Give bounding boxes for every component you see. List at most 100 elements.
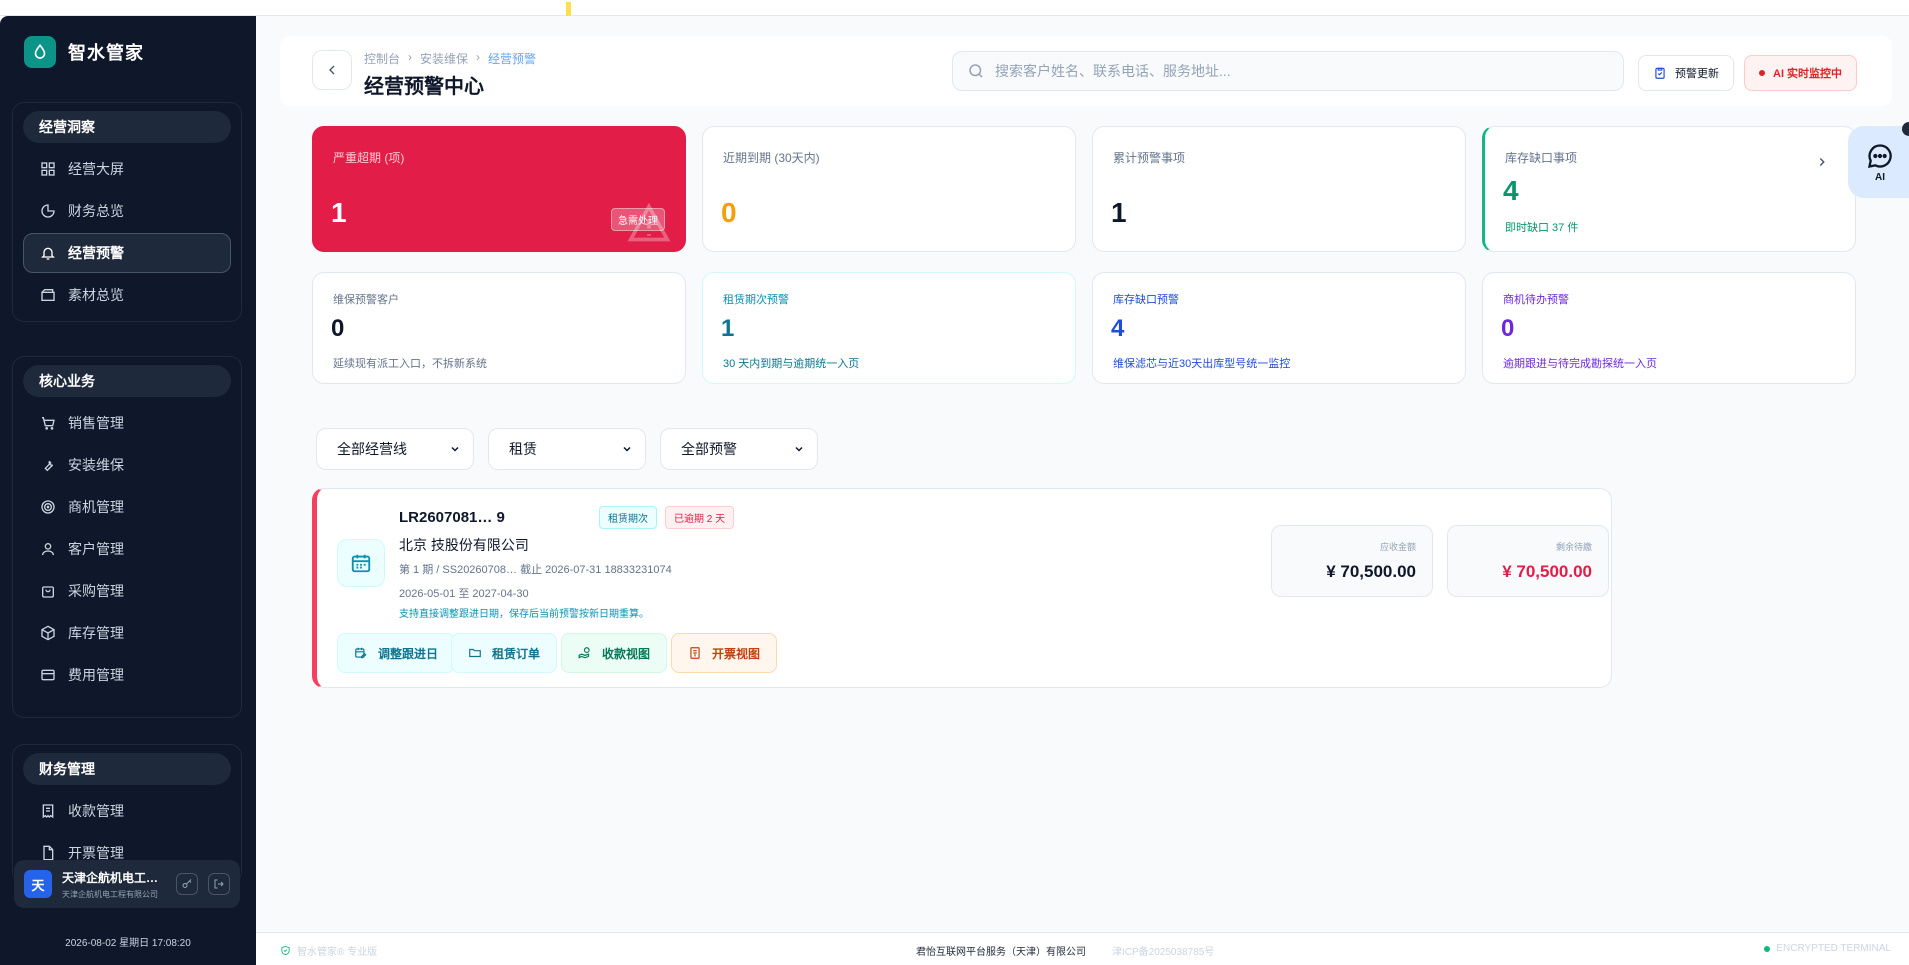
action-label: 租赁订单 — [492, 646, 541, 661]
brand[interactable]: 智水管家 — [24, 36, 144, 68]
nav-group-core: 核心业务 销售管理 安装维保 商机管理 客户管理 采购管理 库存管理 费用管理 — [12, 356, 242, 718]
receipt-icon — [42, 804, 54, 819]
summary-card-inventory-gap[interactable]: 库存缺口事项 4 即时缺口 37 件 — [1482, 126, 1856, 252]
footer-product: 智水管家® 专业版 — [297, 947, 378, 958]
ai-label: AI — [1875, 171, 1885, 183]
key-button[interactable] — [176, 873, 198, 895]
sidebar-item-label: 财务总览 — [68, 203, 124, 219]
logout-button[interactable] — [208, 873, 230, 895]
ai-monitor-button[interactable]: AI 实时监控中 — [1744, 55, 1858, 91]
summary-card-severe[interactable]: 严重超期 (项) 1 急需处理 — [312, 126, 686, 252]
footer-status: ENCRYPTED TERMINAL — [1776, 943, 1891, 954]
main-content: 控制台 › 安装维保 › 经营预警 经营预警中心 预警更新 AI 实时监控中 严… — [256, 16, 1909, 965]
invoice-view-button[interactable]: 开票视图 — [671, 633, 778, 673]
breadcrumb-current: 经营预警 — [488, 52, 537, 66]
detail-card-lease[interactable]: 租赁期次预警 1 30 天内到期与逾期统一入页 — [702, 272, 1076, 384]
chevron-down-icon — [795, 446, 803, 452]
adjust-followup-button[interactable]: 调整跟进日 — [337, 633, 456, 673]
card-label: 库存缺口事项 — [1505, 151, 1578, 165]
page-header: 控制台 › 安装维保 › 经营预警 经营预警中心 预警更新 AI 实时监控中 — [280, 36, 1892, 106]
invoice-icon — [690, 647, 700, 659]
sidebar-item-inventory[interactable]: 库存管理 — [23, 613, 231, 653]
detail-card-inventory[interactable]: 库存缺口预警 4 维保滤芯与近30天出库型号统一监控 — [1092, 272, 1466, 384]
water-drop-icon — [24, 36, 56, 68]
card-value: 4 — [1111, 315, 1125, 342]
card-sub: 即时缺口 37 件 — [1505, 222, 1579, 234]
wallet-icon — [41, 669, 55, 681]
nav-group-title: 核心业务 — [23, 365, 231, 397]
card-label: 累计预警事项 — [1113, 151, 1186, 165]
clipboard-check-icon — [1655, 67, 1665, 79]
bag-icon — [42, 586, 54, 598]
hand-coins-icon — [578, 647, 590, 659]
sidebar-item-label: 经营预警 — [68, 245, 124, 261]
sidebar-item-dashboard[interactable]: 经营大屏 — [23, 149, 231, 189]
sidebar-item-expense[interactable]: 费用管理 — [23, 655, 231, 695]
detail-card-maintenance[interactable]: 维保预警客户 0 延续现有派工入口，不拆新系统 — [312, 272, 686, 384]
brand-name: 智水管家 — [68, 43, 144, 63]
filter-type[interactable]: 租赁 — [488, 428, 646, 470]
file-icon — [43, 845, 54, 861]
card-sub: 维保滤芯与近30天出库型号统一监控 — [1113, 358, 1291, 370]
logout-icon — [214, 879, 224, 889]
back-button[interactable] — [312, 50, 352, 90]
receipt-view-button[interactable]: 收款视图 — [561, 633, 668, 673]
amount-value: ¥ 70,500.00 — [1502, 562, 1592, 581]
chevron-down-icon — [451, 446, 459, 452]
sidebar-item-purchase[interactable]: 采购管理 — [23, 571, 231, 611]
overdue-badge: 已逾期 2 天 — [665, 506, 735, 529]
card-sub: 30 天内到期与逾期统一入页 — [723, 358, 860, 370]
alert-list-item[interactable]: LR2607081… 9 租赁期次 已逾期 2 天 北京 技股份有限公司 第 1… — [312, 488, 1612, 688]
card-value: 1 — [1111, 197, 1127, 228]
sidebar-item-alerts[interactable]: 经营预警 — [23, 233, 231, 273]
order-code: LR2607081… 9 — [399, 509, 505, 526]
sidebar-item-receipts[interactable]: 收款管理 — [23, 791, 231, 831]
card-label: 近期到期 (30天内) — [723, 151, 820, 165]
footer-icp-link[interactable]: 津ICP备2025038785号 — [1112, 943, 1214, 958]
sidebar-item-label: 商机管理 — [68, 499, 124, 515]
summary-card-upcoming[interactable]: 近期到期 (30天内) 0 — [702, 126, 1076, 252]
alert-update-button[interactable]: 预警更新 — [1638, 55, 1734, 91]
breadcrumb-item[interactable]: 控制台 — [364, 50, 400, 67]
ai-assistant-button[interactable]: AI — [1848, 126, 1909, 198]
browser-top-strip — [0, 0, 1909, 20]
cart-icon — [42, 417, 55, 430]
card-value: 0 — [331, 315, 345, 342]
filter-alert-level[interactable]: 全部预警 — [660, 428, 818, 470]
user-text: 天津企航机电工程... 天津企航机电工程有限公司 — [62, 869, 166, 900]
grid-icon — [41, 162, 55, 176]
avatar[interactable]: 天 — [24, 870, 52, 898]
shield-check-icon — [281, 945, 290, 956]
lease-order-button[interactable]: 租赁订单 — [451, 633, 558, 673]
sidebar-item-label: 安装维保 — [68, 457, 124, 473]
sidebar-item-finance-overview[interactable]: 财务总览 — [23, 191, 231, 231]
key-icon — [182, 879, 192, 888]
card-label: 租赁期次预警 — [723, 294, 789, 306]
search-box — [952, 51, 1624, 91]
sidebar-item-sales[interactable]: 销售管理 — [23, 403, 231, 443]
chevron-left-icon — [329, 65, 335, 75]
search-input[interactable] — [995, 63, 1595, 79]
detail-card-opportunity[interactable]: 商机待办预警 0 逾期跟进与待完成勘探统一入页 — [1482, 272, 1856, 384]
target-icon — [41, 500, 55, 514]
footer-company: 君怡互联网平台服务（天津）有限公司 — [916, 947, 1086, 958]
sidebar-item-materials[interactable]: 素材总览 — [23, 275, 231, 315]
sidebar-item-install[interactable]: 安装维保 — [23, 445, 231, 485]
chat-bubble-icon — [1868, 143, 1892, 168]
filter-business-line[interactable]: 全部经营线 — [316, 428, 474, 470]
breadcrumb-item[interactable]: 安装维保 — [420, 50, 468, 67]
summary-card-total[interactable]: 累计预警事项 1 — [1092, 126, 1466, 252]
calendar-icon — [337, 539, 385, 587]
sidebar-item-label: 客户管理 — [68, 541, 124, 557]
live-dot-icon — [1759, 70, 1765, 76]
sidebar-item-opportunity[interactable]: 商机管理 — [23, 487, 231, 527]
sidebar-item-label: 库存管理 — [68, 625, 124, 641]
alarm-icon — [41, 247, 55, 260]
breadcrumb: 控制台 › 安装维保 › 经营预警 — [364, 50, 536, 67]
sidebar-item-customer[interactable]: 客户管理 — [23, 529, 231, 569]
alert-update-label: 预警更新 — [1675, 68, 1719, 80]
receivable-amount-box: 应收金额 ¥ 70,500.00 — [1271, 525, 1433, 597]
user-company: 天津企航机电工程有限公司 — [62, 889, 158, 899]
box-icon — [41, 625, 55, 641]
sidebar-item-label: 素材总览 — [68, 287, 124, 303]
